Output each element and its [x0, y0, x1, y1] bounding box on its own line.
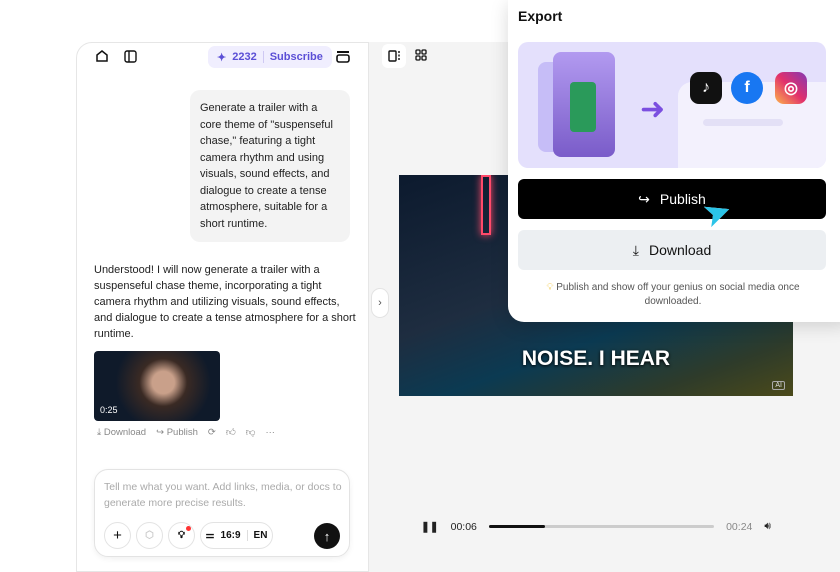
send-button[interactable]: ↑: [314, 523, 340, 549]
home-icon[interactable]: [94, 48, 110, 64]
idea-button[interactable]: 💡︎: [168, 522, 195, 549]
share-icon: ↪: [638, 190, 650, 207]
arrow-icon: ➜: [640, 93, 666, 126]
export-popover: Export ♪ f ◎ ➜ ↪ Publish ➤ ⤓ Download 💡︎ P…: [508, 0, 840, 322]
sparkle-icon: ✦: [217, 51, 227, 64]
export-title: Export: [518, 8, 563, 24]
pause-icon[interactable]: ❚❚: [421, 521, 439, 533]
subscribe-link[interactable]: Subscribe: [270, 51, 323, 63]
layers-icon[interactable]: [335, 48, 351, 64]
volume-icon[interactable]: 🔊︎: [764, 520, 771, 533]
thumbs-up-icon[interactable]: 👍︎: [226, 426, 236, 438]
aspect-ratio: 16:9: [220, 530, 241, 541]
video-caption: NOISE. I HEAR: [521, 347, 671, 370]
grid-view-icon[interactable]: [413, 47, 429, 63]
chat-panel: ✦ 2232 Subscribe Generate a trailer with a…: [76, 42, 369, 572]
lightbulb-icon: 💡︎: [546, 282, 554, 293]
message-actions: ⤓ Download ↪ Publish ⟳ 👍︎ 👎︎ ···: [97, 426, 275, 439]
prompt-input[interactable]: Tell me what you want. Add links, media,…: [94, 469, 350, 557]
publish-button[interactable]: ↪ Publish: [518, 179, 826, 219]
cube-button[interactable]: ⬡: [136, 522, 163, 549]
tiktok-icon: ♪: [690, 72, 722, 104]
sidebar-toggle-icon[interactable]: [122, 48, 138, 64]
ai-badge: AI: [772, 381, 785, 390]
publish-label: Publish: [166, 426, 198, 438]
panel-view-icon[interactable]: [382, 44, 406, 68]
settings-pill[interactable]: ⚌ 16:9 EN: [200, 522, 273, 549]
expand-chevron-icon[interactable]: ›: [371, 288, 389, 318]
current-time: 00:06: [450, 520, 477, 533]
language: EN: [253, 530, 268, 541]
export-illustration: ♪ f ◎ ➜: [518, 42, 826, 168]
instagram-icon: ◎: [775, 72, 807, 104]
publish-action[interactable]: ↪ Publish: [156, 427, 198, 438]
regenerate-icon[interactable]: ⟳: [208, 427, 216, 438]
export-note-text: Publish and show off your genius on soci…: [556, 282, 800, 307]
sliders-icon: ⚌: [205, 530, 215, 541]
thumb-duration: 0:25: [100, 405, 118, 415]
download-button-label: Download: [648, 242, 712, 258]
export-note: 💡︎ Publish and show off your genius on s…: [528, 281, 818, 309]
neon-sign: [481, 175, 491, 235]
progress-slider[interactable]: [488, 525, 715, 528]
total-time: 00:24: [726, 520, 753, 533]
add-button[interactable]: +: [104, 522, 131, 549]
video-thumbnail[interactable]: 0:25: [94, 351, 220, 421]
progress-fill: [488, 525, 546, 528]
lightbulb-icon: 💡︎: [178, 530, 185, 541]
playback-controls: ❚❚ 00:06 00:24 🔊︎: [421, 520, 771, 533]
download-icon: ⤓: [632, 241, 639, 258]
facebook-icon: f: [731, 72, 763, 104]
more-icon[interactable]: ···: [265, 427, 275, 438]
prompt-placeholder: Tell me what you want. Add links, media,…: [104, 481, 342, 509]
download-label: Download: [103, 426, 147, 438]
thumbs-down-icon[interactable]: 👎︎: [246, 426, 256, 438]
credits-count: 2232: [232, 51, 257, 63]
user-message: Generate a trailer with a core theme of …: [190, 90, 350, 242]
download-button[interactable]: ⤓ Download: [518, 230, 826, 270]
assistant-message: Understood! I will now generate a traile…: [94, 264, 356, 340]
credits-badge[interactable]: ✦ 2232 Subscribe: [208, 46, 332, 68]
download-action[interactable]: ⤓ Download: [97, 427, 146, 438]
